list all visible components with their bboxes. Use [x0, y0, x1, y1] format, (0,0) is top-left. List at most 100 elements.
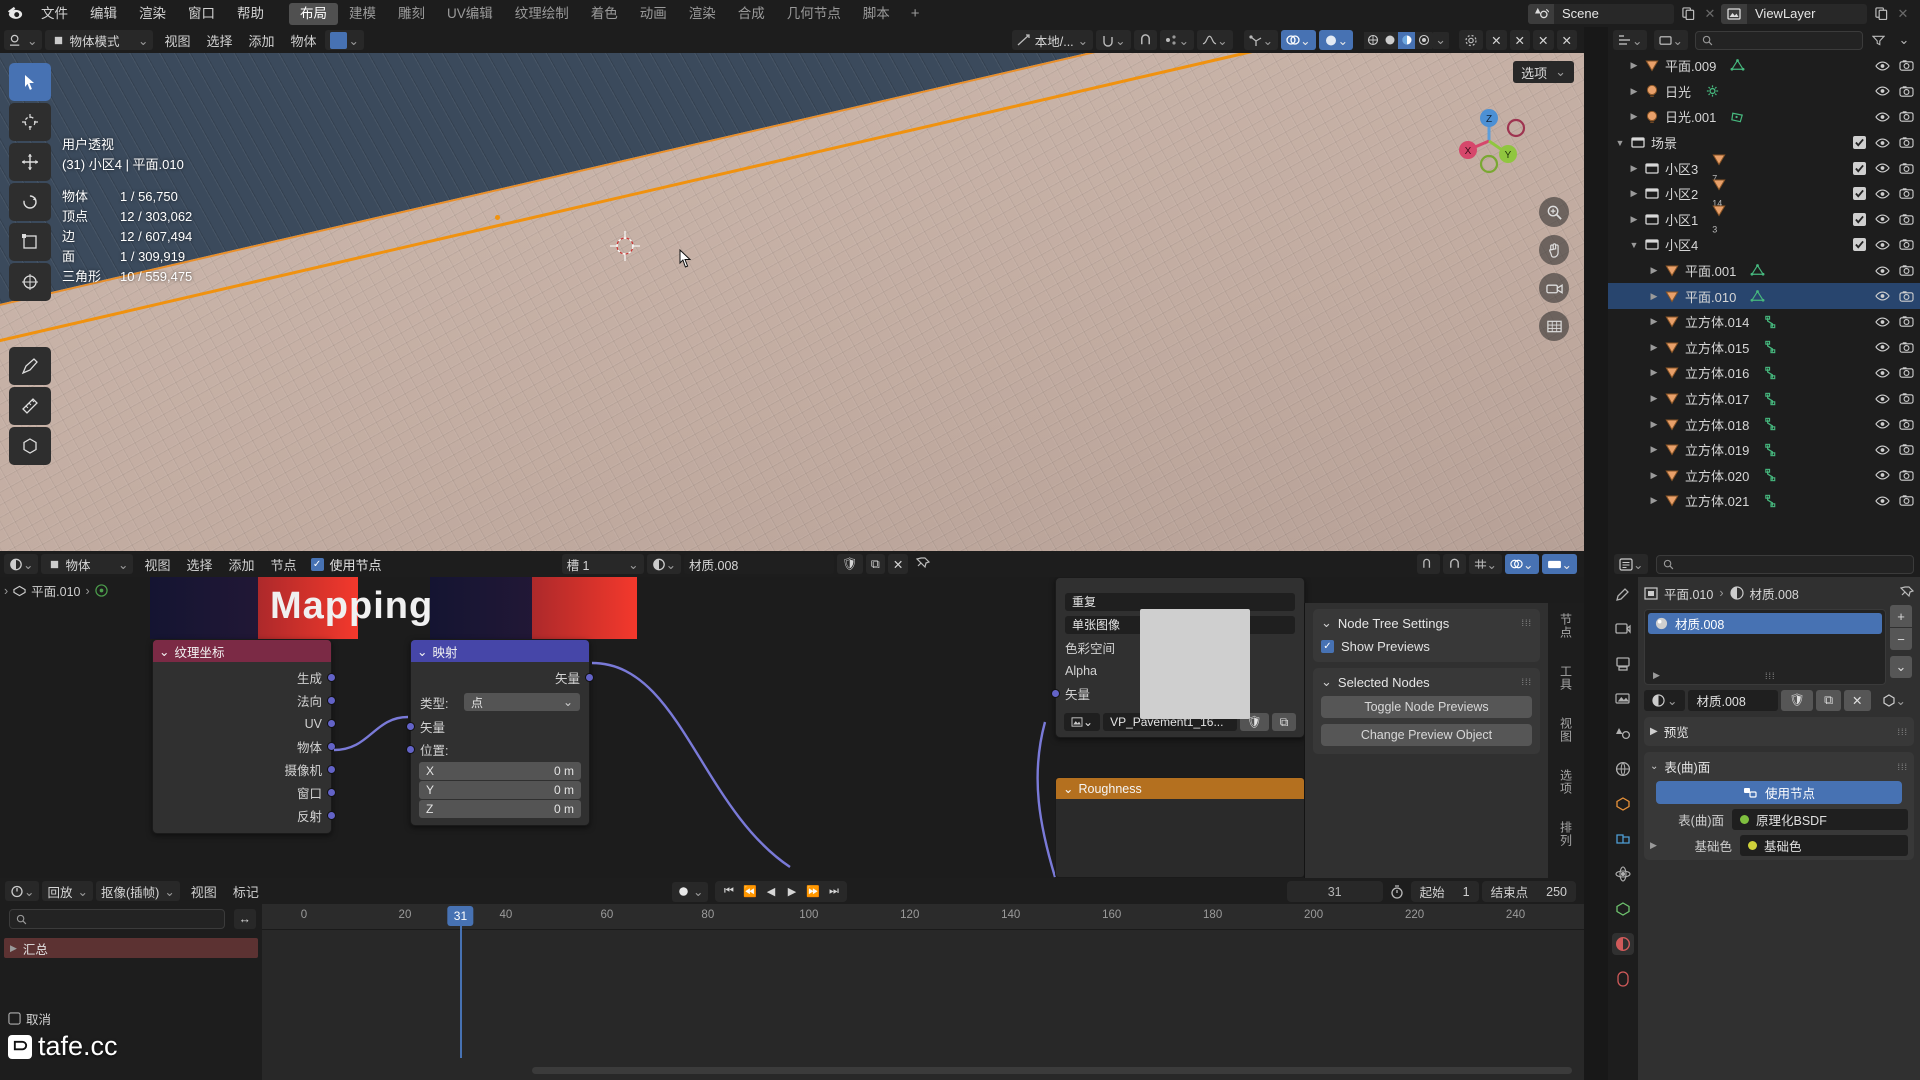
- sidebar-tab-tool[interactable]: 工具: [1558, 665, 1575, 691]
- tool-tweak[interactable]: [9, 63, 51, 101]
- outliner-item-label[interactable]: 平面.010: [1685, 287, 1736, 306]
- node-tree-settings-header[interactable]: ⌄ Node Tree Settings ⁞⁞⁞: [1321, 615, 1532, 631]
- shader-node-canvas[interactable]: › 平面.010 › Mapping ⌄ 纹理坐标 生成 法向 UV 物体 摄像…: [0, 577, 1584, 878]
- toggle-node-previews-button[interactable]: Toggle Node Previews: [1321, 696, 1532, 718]
- properties-pin-icon[interactable]: [1900, 586, 1914, 600]
- tab-rendering[interactable]: 渲染: [678, 3, 727, 25]
- hide-in-viewport-icon[interactable]: [1875, 60, 1890, 72]
- tab-material-icon[interactable]: [1612, 933, 1634, 955]
- delete-viewlayer-icon[interactable]: ✕: [1892, 4, 1914, 24]
- hide-in-viewport-icon[interactable]: [1875, 393, 1890, 405]
- outliner-item-label[interactable]: 平面.001: [1685, 261, 1736, 280]
- shader-menu-add[interactable]: 添加: [221, 555, 263, 574]
- material-unlink-button[interactable]: ✕: [1844, 690, 1871, 711]
- new-scene-icon[interactable]: [1677, 4, 1699, 24]
- mapping-location-z[interactable]: Z 0 m: [419, 800, 581, 818]
- add-workspace-button[interactable]: +: [901, 5, 930, 22]
- shader-menu-select[interactable]: 选择: [179, 555, 221, 574]
- tab-scripting[interactable]: 脚本: [852, 3, 901, 25]
- outliner-item-label[interactable]: 小区4: [1665, 235, 1698, 254]
- properties-editor[interactable]: ⌄ 平面.010 › 材质.008 材质.008 ▶ ⁞⁞⁞ + − ⌄ ⌄ 材…: [1608, 551, 1920, 1080]
- outliner-item-label[interactable]: 日光: [1665, 82, 1691, 101]
- camera-view-icon[interactable]: [1539, 273, 1569, 303]
- mesh-data-icon[interactable]: [1750, 289, 1765, 303]
- disclosure-closed-icon[interactable]: ▶: [1646, 444, 1662, 455]
- outliner-row[interactable]: ▼ 场景: [1608, 130, 1920, 156]
- tab-world-icon[interactable]: [1612, 758, 1634, 780]
- outliner-editor[interactable]: ⌄ ⌄ ⌄ ▶ 平面.009 ▶ 日光 ▶ 日光.001 ▼ 场景 ▶ 小区3 7 ▶ 小区2 14 ▶ 小区…: [1608, 27, 1920, 551]
- socket-reflection[interactable]: 反射: [153, 804, 336, 827]
- shader-sidebar-panel[interactable]: ⌄ Node Tree Settings ⁞⁞⁞ ✓ Show Previews…: [1304, 603, 1548, 878]
- node-frame-roughness[interactable]: ⌄ Roughness: [1055, 777, 1305, 878]
- proportional-falloff-dropdown[interactable]: ⌄: [1197, 30, 1233, 50]
- outliner-item-label[interactable]: 立方体.021: [1685, 491, 1749, 510]
- breadcrumb-object-name[interactable]: 平面.010: [1664, 584, 1713, 603]
- blender-logo-icon[interactable]: [0, 0, 30, 27]
- outliner-row[interactable]: ▶ 平面.010: [1608, 283, 1920, 309]
- disclosure-closed-icon[interactable]: ▶: [1626, 111, 1642, 122]
- disclosure-closed-icon[interactable]: ▶: [1626, 214, 1642, 225]
- hide-in-viewport-icon[interactable]: [1875, 367, 1890, 379]
- outliner-item-label[interactable]: 立方体.019: [1685, 440, 1749, 459]
- outliner-item-label[interactable]: 日光.001: [1665, 107, 1716, 126]
- tab-texture-icon[interactable]: [1612, 968, 1634, 990]
- preview-panel[interactable]: ▶ 预览 ⁞⁞⁞: [1644, 717, 1914, 746]
- hide-in-viewport-icon[interactable]: [1875, 495, 1890, 507]
- hide-in-viewport-icon[interactable]: [1875, 290, 1890, 302]
- disclosure-closed-icon[interactable]: ▶: [1626, 188, 1642, 199]
- disable-in-renders-icon[interactable]: [1899, 443, 1914, 456]
- shading-wireframe-icon[interactable]: [1364, 31, 1382, 49]
- material-copy-icon[interactable]: ⧉: [865, 554, 885, 574]
- material-browse-button[interactable]: ⌄: [1644, 690, 1686, 711]
- modifier-data-icon[interactable]: [1763, 392, 1778, 406]
- surface-panel[interactable]: ⌄ 表(曲)面 ⁞⁞⁞ 使用节点 表(曲)面 原理化BSDF ▶ 基础色 基础色: [1644, 752, 1914, 860]
- scene-selector[interactable]: Scene: [1528, 3, 1674, 24]
- outliner-row[interactable]: ▶ 小区1 3: [1608, 204, 1920, 235]
- surface-panel-header[interactable]: ⌄ 表(曲)面 ⁞⁞⁞: [1650, 756, 1908, 777]
- menu-file[interactable]: 文件: [30, 0, 79, 27]
- hide-in-viewport-icon[interactable]: [1875, 444, 1890, 456]
- outliner-editor-type-button[interactable]: ⌄: [1613, 30, 1648, 50]
- image-copy-icon[interactable]: ⧉: [1272, 713, 1296, 731]
- preview-panel-header[interactable]: ▶ 预览 ⁞⁞⁞: [1650, 721, 1908, 742]
- disclosure-closed-icon[interactable]: ▶: [1626, 163, 1642, 174]
- outliner-item-label[interactable]: 小区1: [1665, 210, 1698, 229]
- disclosure-closed-icon[interactable]: ▶: [1626, 60, 1642, 71]
- current-frame-field[interactable]: 31: [1286, 881, 1383, 902]
- use-nodes-button[interactable]: 使用节点: [1656, 781, 1902, 804]
- area-light-data-icon[interactable]: [1730, 110, 1745, 124]
- hide-in-viewport-icon[interactable]: [1875, 162, 1890, 174]
- proportional-edit-toggle[interactable]: ⌄: [1159, 30, 1195, 50]
- shader-editor-type-button[interactable]: ⌄: [4, 554, 39, 574]
- outliner-item-label[interactable]: 平面.009: [1665, 56, 1716, 75]
- node-overlays-toggle[interactable]: ⌄: [1505, 554, 1539, 574]
- outliner-row[interactable]: ▶ 立方体.020: [1608, 463, 1920, 489]
- collection-contents-icon[interactable]: 3: [1712, 204, 1726, 235]
- playback-menu[interactable]: 回放 ⌄: [42, 881, 93, 901]
- socket-generated[interactable]: 生成: [153, 666, 336, 689]
- exclude-collection-checkbox[interactable]: [1853, 136, 1866, 150]
- tab-shading[interactable]: 着色: [580, 3, 629, 25]
- exclude-collection-checkbox[interactable]: [1853, 238, 1866, 252]
- disable-in-renders-icon[interactable]: [1899, 494, 1914, 507]
- outliner-item-label[interactable]: 立方体.016: [1685, 363, 1749, 382]
- viewlayer-selector[interactable]: ViewLayer: [1721, 3, 1867, 24]
- disclosure-open-icon[interactable]: ▼: [1626, 240, 1642, 250]
- sun-data-icon[interactable]: [1705, 84, 1720, 98]
- tool-rotate[interactable]: [9, 183, 51, 221]
- properties-search-input[interactable]: [1656, 554, 1914, 574]
- tool-add-cube[interactable]: [9, 427, 51, 465]
- outliner-item-label[interactable]: 小区2: [1665, 184, 1698, 203]
- navigation-gizmo[interactable]: Z X Y: [1450, 102, 1528, 180]
- disable-in-renders-icon[interactable]: [1899, 469, 1914, 482]
- material-name-field[interactable]: 材质.008: [684, 554, 835, 574]
- tool-move[interactable]: [9, 143, 51, 181]
- disable-in-renders-icon[interactable]: [1899, 264, 1914, 277]
- start-frame-field[interactable]: 起始 1: [1410, 881, 1479, 902]
- object-type-filter[interactable]: ⌄: [324, 30, 365, 50]
- socket-normal[interactable]: 法向: [153, 689, 336, 712]
- sidebar-tab-node[interactable]: 节点: [1558, 613, 1575, 639]
- outliner-row[interactable]: ▶ 立方体.014: [1608, 309, 1920, 335]
- hide-in-viewport-icon[interactable]: [1875, 469, 1890, 481]
- add-material-slot-button[interactable]: +: [1890, 605, 1912, 627]
